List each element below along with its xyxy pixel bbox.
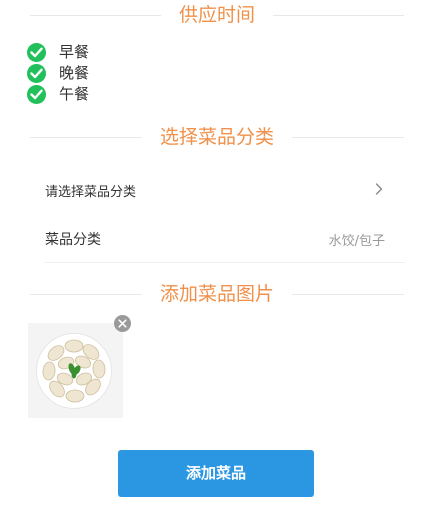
checkmark-icon[interactable]	[27, 85, 46, 104]
section-title: 选择菜品分类	[141, 122, 293, 152]
select-category-label: 请选择菜品分类	[45, 184, 137, 200]
checkmark-icon[interactable]	[27, 64, 46, 83]
meal-label: 晚餐	[59, 64, 90, 82]
supply-time-header: 供应时间	[30, 0, 404, 30]
category-value: 水饺/包子	[328, 233, 385, 249]
dish-image-thumbnail[interactable]	[28, 323, 123, 418]
checkmark-icon[interactable]	[27, 43, 46, 62]
image-section-header: 添加菜品图片	[30, 279, 404, 309]
meal-item-breakfast[interactable]: 早餐	[27, 42, 89, 63]
select-category-row[interactable]: 请选择菜品分类	[45, 166, 405, 214]
section-title: 添加菜品图片	[141, 279, 293, 309]
category-section-header: 选择菜品分类	[30, 122, 404, 152]
close-icon[interactable]	[114, 315, 131, 332]
dumpling-plate-image	[36, 333, 112, 409]
chevron-right-icon[interactable]	[375, 181, 383, 200]
category-row[interactable]: 菜品分类 水饺/包子	[45, 215, 405, 263]
section-title: 供应时间	[160, 0, 274, 30]
meal-label: 午餐	[59, 85, 90, 103]
add-dish-button[interactable]: 添加菜品	[118, 450, 314, 497]
category-label: 菜品分类	[45, 232, 101, 248]
meal-item-lunch[interactable]: 午餐	[27, 84, 89, 105]
meal-label: 早餐	[59, 43, 90, 61]
meal-item-dinner[interactable]: 晚餐	[27, 63, 89, 84]
meal-list: 早餐 晚餐 午餐	[27, 42, 89, 105]
